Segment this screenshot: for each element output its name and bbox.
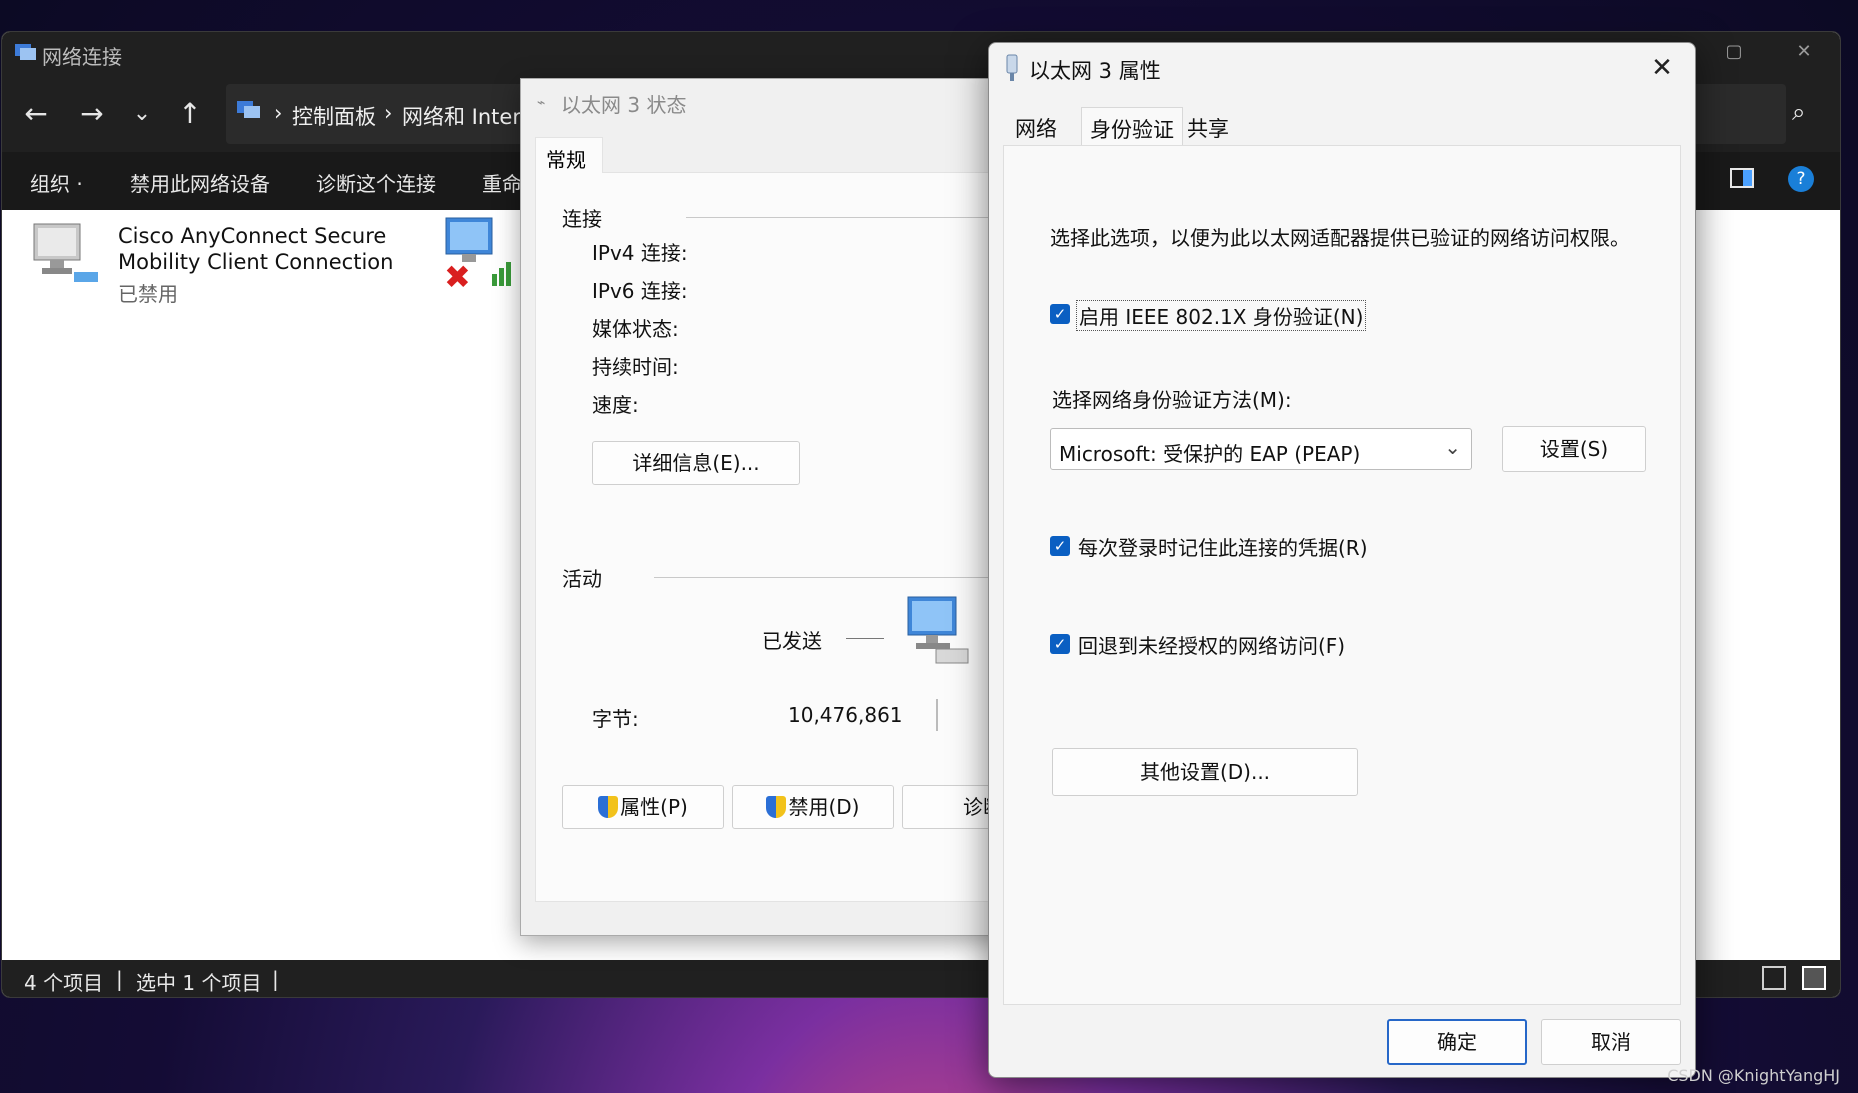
network-folder-icon	[14, 42, 38, 62]
remember-credentials-checkbox[interactable]: ✓	[1050, 536, 1070, 556]
up-arrow-icon[interactable]: ↑	[172, 96, 208, 132]
disable-device-button[interactable]: 禁用此网络设备	[130, 168, 270, 197]
enable-8021x-checkbox[interactable]: ✓	[1050, 304, 1070, 324]
enable-8021x-label[interactable]: 启用 IEEE 802.1X 身份验证(N)	[1076, 300, 1367, 331]
organize-menu[interactable]: 组织 ·	[30, 168, 83, 197]
details-view-icon[interactable]	[1762, 966, 1786, 990]
ipv6-label: IPv6 连接:	[592, 279, 688, 303]
help-icon[interactable]: ?	[1788, 166, 1814, 192]
list-item[interactable]: Cisco AnyConnect Secure Mobility Client …	[28, 220, 468, 306]
connection-section-label: 连接	[562, 207, 602, 231]
search-icon[interactable]: ⌕	[1792, 98, 1805, 126]
activity-section-label: 活动	[562, 567, 602, 591]
properties-dialog-title: 以太网 3 属性	[1029, 59, 1161, 83]
divider	[654, 577, 1026, 578]
window-title: 网络连接	[42, 45, 122, 69]
settings-button[interactable]: 设置(S)	[1502, 426, 1646, 472]
auth-method-dropdown[interactable]: Microsoft: 受保护的 EAP (PEAP) ⌄	[1050, 428, 1472, 470]
properties-dialog: 以太网 3 属性 ✕ 网络 身份验证 共享 选择此选项，以便为此以太网适配器提供…	[988, 42, 1696, 1078]
item-name-line1: Cisco AnyConnect Secure	[118, 224, 387, 248]
network-adapter-icon	[28, 220, 104, 296]
ipv4-label: IPv4 连接:	[592, 241, 688, 265]
diagnose-connection-button[interactable]: 诊断这个连接	[316, 168, 436, 197]
item-count: 4 个项目	[24, 971, 104, 995]
duration-label: 持续时间:	[592, 355, 679, 379]
ok-button[interactable]: 确定	[1387, 1019, 1527, 1065]
breadcrumb-network-internet[interactable]: 网络和 Intern	[402, 101, 534, 131]
details-button[interactable]: 详细信息(E)...	[592, 441, 800, 485]
media-state-label: 媒体状态:	[592, 317, 679, 341]
control-panel-icon	[236, 98, 262, 127]
svg-text:✖: ✖	[444, 258, 471, 294]
bytes-label: 字节:	[592, 707, 639, 731]
item-name-line2: Mobility Client Connection	[118, 250, 394, 274]
tiles-view-icon[interactable]	[1802, 966, 1826, 990]
tab-sharing[interactable]: 共享	[1179, 107, 1237, 145]
close-icon[interactable]: ✕	[1790, 38, 1818, 66]
divider	[686, 217, 1026, 218]
maximize-icon[interactable]: ▢	[1720, 38, 1748, 66]
sent-label: 已发送	[762, 629, 822, 653]
back-arrow-icon[interactable]: ←	[18, 96, 54, 132]
auth-description: 选择此选项，以便为此以太网适配器提供已验证的网络访问权限。	[1050, 226, 1630, 250]
ethernet-adapter-icon	[1003, 53, 1021, 87]
remember-credentials-label[interactable]: 每次登录时记住此连接的凭据(R)	[1078, 532, 1368, 561]
tab-network[interactable]: 网络	[1007, 107, 1065, 145]
list-item[interactable]: ✖	[442, 214, 522, 296]
rename-button[interactable]: 重命	[482, 168, 522, 197]
forward-arrow-icon[interactable]: →	[74, 96, 110, 132]
divider	[936, 699, 938, 731]
general-tab-panel: 连接 IPv4 连接: IPv6 连接: 媒体状态: 持续时间: 速度: 详细信…	[535, 172, 1064, 902]
authentication-tab-panel: 选择此选项，以便为此以太网适配器提供已验证的网络访问权限。 ✓ 启用 IEEE …	[1003, 145, 1681, 1005]
tab-general[interactable]: 常规	[535, 137, 603, 173]
bytes-sent-value: 10,476,861	[788, 703, 903, 727]
close-icon[interactable]: ✕	[1645, 51, 1679, 85]
item-status: 已禁用	[118, 282, 178, 306]
chevron-down-icon: ⌄	[1444, 435, 1461, 459]
divider	[846, 638, 884, 639]
uac-shield-icon	[766, 796, 787, 818]
breadcrumb-control-panel[interactable]: 控制面板	[292, 101, 376, 131]
network-activity-icon	[906, 593, 986, 673]
additional-settings-button[interactable]: 其他设置(D)...	[1052, 748, 1358, 796]
properties-button[interactable]: 属性(P)	[562, 785, 724, 829]
ethernet-icon: ⌁	[537, 95, 546, 111]
auth-method-label: 选择网络身份验证方法(M):	[1052, 388, 1292, 412]
disable-button[interactable]: 禁用(D)	[732, 785, 894, 829]
fallback-unauthorized-checkbox[interactable]: ✓	[1050, 634, 1070, 654]
tab-authentication[interactable]: 身份验证	[1081, 107, 1183, 145]
history-chevron-icon[interactable]: ⌄	[124, 96, 160, 132]
preview-pane-icon[interactable]	[1730, 168, 1754, 188]
network-disconnected-icon: ✖	[442, 214, 522, 298]
selected-count: 选中 1 个项目	[136, 971, 262, 995]
fallback-unauthorized-label[interactable]: 回退到未经授权的网络访问(F)	[1078, 630, 1345, 659]
cancel-button[interactable]: 取消	[1541, 1019, 1681, 1065]
status-dialog-title: 以太网 3 状态	[561, 93, 687, 117]
speed-label: 速度:	[592, 393, 639, 417]
watermark: CSDN @KnightYangHJ	[1667, 1066, 1840, 1085]
uac-shield-icon	[598, 796, 619, 818]
status-dialog: ⌁ 以太网 3 状态 常规 连接 IPv4 连接: IPv6 连接: 媒体状态:…	[520, 78, 1064, 936]
auth-method-value: Microsoft: 受保护的 EAP (PEAP)	[1059, 442, 1361, 466]
